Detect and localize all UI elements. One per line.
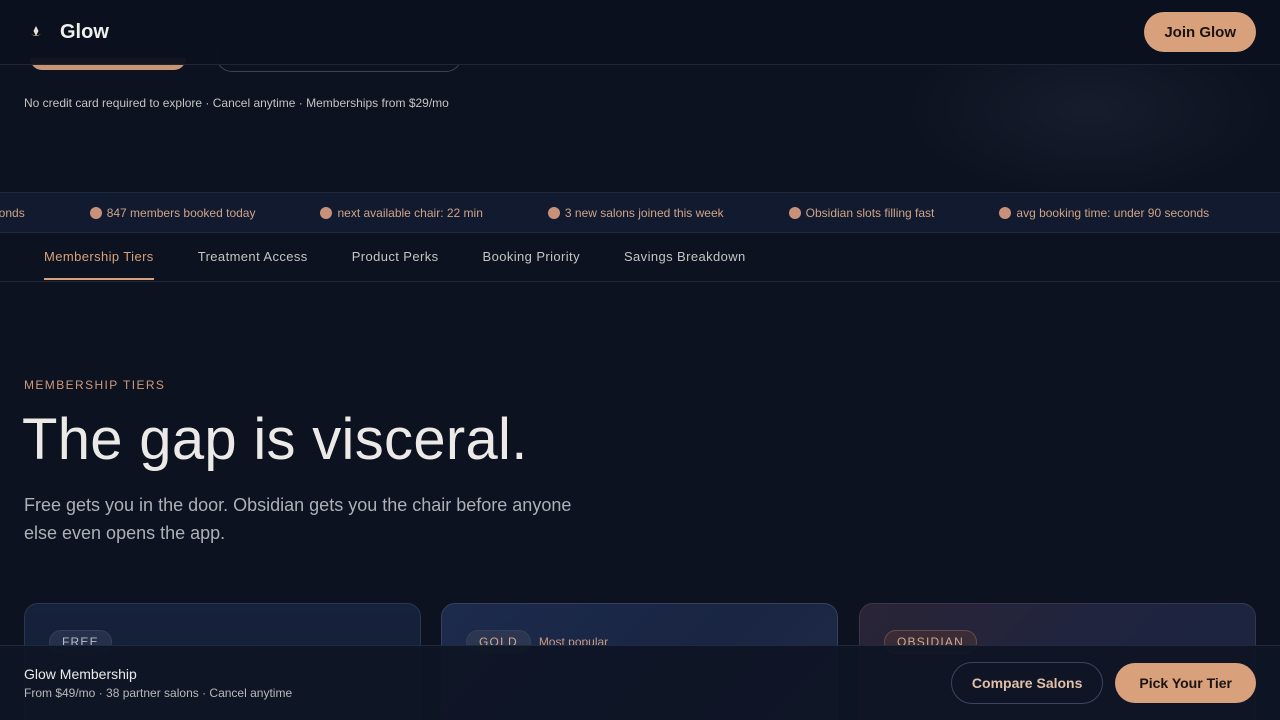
ticker-item: next available chair: 22 min (320, 206, 483, 220)
tab-product-perks[interactable]: Product Perks (352, 233, 439, 281)
bottom-actions: Compare Salons Pick Your Tier (950, 662, 1256, 704)
brand[interactable]: Glow (24, 20, 109, 44)
ticker-track: seconds 847 members booked today next av… (0, 206, 1274, 220)
membership-title: Glow Membership (24, 666, 137, 682)
membership-summary: Glow Membership From $49/mo · 38 partner… (24, 666, 292, 700)
hero-fineprint: No credit card required to explore · Can… (24, 96, 449, 110)
tab-savings-breakdown[interactable]: Savings Breakdown (624, 233, 746, 281)
ticker-item: Obsidian slots filling fast (788, 206, 934, 220)
ticker-item: seconds (0, 206, 25, 220)
site-header: Glow Join Glow (0, 0, 1280, 65)
dot-icon (547, 207, 560, 219)
compare-salons-button[interactable]: Compare Salons (950, 662, 1104, 704)
glow-logo-icon (24, 20, 48, 44)
dot-icon (320, 207, 333, 219)
dot-icon (788, 207, 801, 219)
brand-name: Glow (60, 20, 109, 43)
ticker-item: 847 members booked today (89, 206, 255, 220)
section-subtext: Free gets you in the door. Obsidian gets… (24, 495, 572, 543)
activity-ticker: seconds 847 members booked today next av… (0, 192, 1280, 233)
section-headline: The gap is visceral. (22, 407, 528, 472)
tab-treatment-access[interactable]: Treatment Access (198, 233, 308, 281)
section-eyebrow: MEMBERSHIP TIERS (24, 378, 166, 392)
membership-meta: From $49/mo · 38 partner salons · Cancel… (24, 686, 293, 700)
ticker-item: avg booking time: under 90 seconds (999, 206, 1209, 220)
tab-membership-tiers[interactable]: Membership Tiers (44, 233, 154, 281)
dot-icon (89, 207, 102, 219)
tier-tabs: Membership Tiers Treatment Access Produc… (0, 233, 1280, 282)
sticky-bottom-bar: Glow Membership From $49/mo · 38 partner… (0, 645, 1280, 720)
dot-icon (999, 207, 1012, 219)
pick-your-tier-button[interactable]: Pick Your Tier (1115, 663, 1256, 703)
join-glow-button[interactable]: Join Glow (1144, 12, 1256, 52)
ticker-item: 3 new salons joined this week (547, 206, 724, 220)
tab-booking-priority[interactable]: Booking Priority (483, 233, 580, 281)
